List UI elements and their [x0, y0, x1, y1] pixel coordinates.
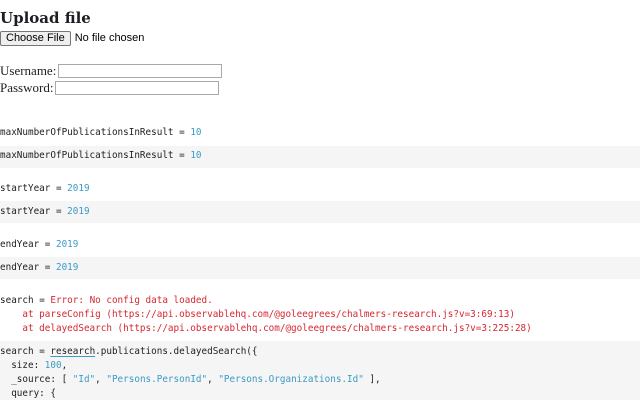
code-text: size: [0, 360, 45, 371]
end-year-output: endYear = 2019 [0, 238, 78, 252]
string-literal: "Persons.PersonId" [106, 374, 208, 385]
operator: = [39, 262, 56, 273]
code-text: , [95, 374, 107, 385]
code-text: , [207, 374, 219, 385]
variable-value: 2019 [55, 239, 79, 250]
variable-name: endYear [0, 262, 40, 273]
stack-trace-line: at parseConfig (https://api.observablehq… [0, 309, 515, 320]
code-line[interactable]: search = research.publications.delayedSe… [0, 345, 258, 359]
max-publications-output: maxNumberOfPublicationsInResult = 10 [0, 126, 202, 140]
username-label: Username: [0, 63, 57, 78]
variable-value: 10 [190, 127, 202, 138]
variable-name: search [0, 346, 34, 357]
code-line[interactable]: _source: [ "Id", "Persons.PersonId", "Pe… [0, 373, 381, 387]
choose-file-button[interactable]: Choose File [0, 30, 71, 46]
start-year-output: startYear = 2019 [0, 182, 90, 196]
code-text: _source: [ [0, 374, 73, 385]
operator: = [173, 127, 191, 138]
end-year-code-cell[interactable] [0, 257, 640, 279]
variable-value: 10 [190, 150, 202, 161]
start-year-code[interactable]: startYear = 2019 [0, 205, 90, 219]
variable-name: endYear [0, 239, 40, 250]
variable-name: maxNumberOfPublicationsInResult [0, 127, 174, 138]
variable-name: startYear [0, 183, 51, 194]
code-text: .publications.delayedSearch({ [95, 346, 258, 357]
operator: = [39, 239, 56, 250]
string-literal: "Persons.Organizations.Id" [218, 374, 364, 385]
username-input[interactable] [58, 64, 223, 78]
operator: = [50, 183, 68, 194]
variable-name: search [0, 295, 34, 306]
operator: = [173, 150, 191, 161]
variable-value: 2019 [55, 262, 79, 273]
password-row: Password: [0, 80, 220, 96]
username-row: Username: [0, 63, 223, 79]
error-message: Error: No config data loaded. [50, 295, 213, 306]
upload-title: Upload file [0, 9, 91, 27]
research-reference-link[interactable]: research [50, 346, 95, 357]
variable-name: maxNumberOfPublicationsInResult [0, 150, 174, 161]
code-line[interactable]: size: 100, [0, 359, 67, 373]
code-text: , [61, 360, 68, 371]
file-input[interactable]: Choose File No file chosen [0, 30, 144, 46]
file-status: No file chosen [74, 32, 145, 44]
max-publications-code[interactable]: maxNumberOfPublicationsInResult = 10 [0, 149, 202, 163]
password-input[interactable] [55, 81, 220, 95]
search-output: search = Error: No config data loaded. [0, 294, 213, 308]
string-literal: "Id" [72, 374, 96, 385]
password-label: Password: [0, 80, 54, 95]
code-text: ], [363, 374, 381, 385]
operator: = [50, 206, 68, 217]
variable-value: 2019 [67, 183, 90, 194]
operator: = [33, 346, 51, 357]
operator: = [33, 295, 51, 306]
start-year-code-cell[interactable] [0, 201, 640, 223]
variable-name: startYear [0, 206, 51, 217]
variable-value: 2019 [67, 206, 90, 217]
number-literal: 100 [44, 360, 62, 371]
end-year-code[interactable]: endYear = 2019 [0, 261, 78, 275]
code-line[interactable]: query: { [0, 387, 56, 400]
stack-trace-line: at delayedSearch (https://api.observable… [0, 323, 532, 334]
